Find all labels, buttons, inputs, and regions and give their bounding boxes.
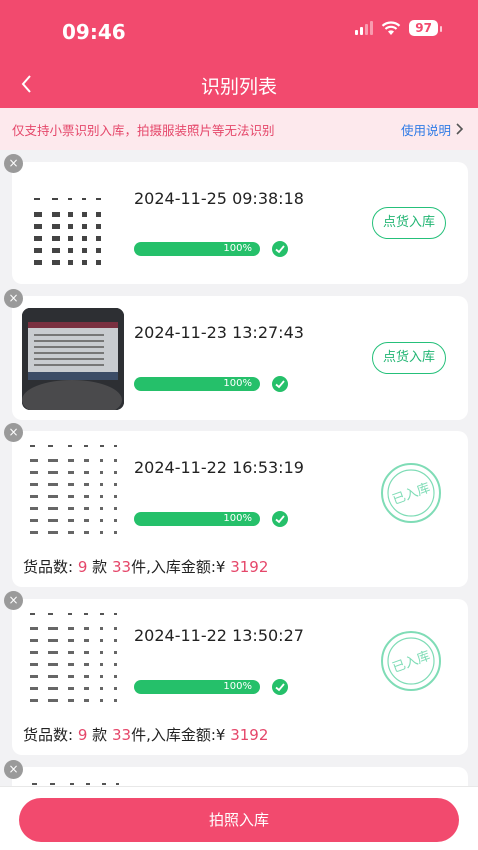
record-card[interactable]: 2024-11-23 13:27:43 100% 点货入库 <box>12 296 468 420</box>
record-time: 2024-11-25 09:38:18 <box>134 189 304 208</box>
status-icons: 97 <box>355 20 442 36</box>
status-time: 09:46 <box>62 20 126 44</box>
usage-guide-label: 使用说明 <box>400 122 451 138</box>
record-time: 2024-11-22 13:50:27 <box>134 626 304 645</box>
piece-count: 33 <box>111 726 132 744</box>
page-title: 识别列表 <box>200 76 277 98</box>
cellular-signal-icon <box>355 21 374 35</box>
delete-record-icon[interactable]: × <box>4 154 23 173</box>
piece-count: 33 <box>111 558 132 576</box>
record-summary: 货品数: 9 款 33件,入库金额:¥ 3192 <box>23 726 269 744</box>
receipt-thumbnail[interactable] <box>22 607 124 709</box>
delete-record-icon[interactable]: × <box>4 591 23 610</box>
stock-in-button[interactable]: 点货入库 <box>372 207 446 239</box>
kind-count: 9 <box>77 558 88 576</box>
record-card[interactable]: 2024-11-22 16:53:19 100% 已入库 货品数: 9 款 33… <box>12 431 468 587</box>
wifi-icon <box>382 20 401 35</box>
receipt-photo-thumbnail[interactable] <box>22 308 124 410</box>
stock-amount: 3192 <box>230 726 269 744</box>
usage-guide-link[interactable]: 使用说明 <box>401 120 464 139</box>
chevron-right-icon <box>456 123 464 135</box>
record-card[interactable]: 2024-11-25 09:38:18 100% 点货入库 <box>12 162 468 284</box>
svg-text:已入库: 已入库 <box>390 648 432 676</box>
delete-record-icon[interactable]: × <box>4 289 23 308</box>
stocked-stamp-icon: 已入库 <box>381 463 441 523</box>
stock-in-button[interactable]: 点货入库 <box>372 342 446 374</box>
receipt-thumbnail[interactable] <box>22 172 124 274</box>
photo-stock-in-button[interactable]: 拍照入库 <box>19 798 459 842</box>
notice-text: 仅支持小票识别入库，拍摄服装照片等无法识别 <box>12 122 275 138</box>
check-icon <box>272 511 288 527</box>
record-summary: 货品数: 9 款 33件,入库金额:¥ 3192 <box>23 558 269 576</box>
delete-record-icon[interactable]: × <box>4 760 23 779</box>
record-time: 2024-11-23 13:27:43 <box>134 323 304 342</box>
check-icon <box>272 241 288 257</box>
check-icon <box>272 376 288 392</box>
kind-count: 9 <box>77 726 88 744</box>
check-icon <box>272 679 288 695</box>
record-card[interactable]: 2024-11-22 13:50:27 100% 已入库 货品数: 9 款 33… <box>12 599 468 755</box>
receipt-thumbnail[interactable] <box>22 439 124 541</box>
app-header: 09:46 97 识别列表 <box>0 0 478 108</box>
svg-text:已入库: 已入库 <box>390 480 432 508</box>
stocked-stamp-icon: 已入库 <box>381 631 441 691</box>
progress-bar: 100% <box>134 377 260 391</box>
battery-indicator: 97 <box>409 20 442 36</box>
stock-amount: 3192 <box>230 558 269 576</box>
progress-bar: 100% <box>134 242 260 256</box>
progress-bar: 100% <box>134 680 260 694</box>
progress-bar: 100% <box>134 512 260 526</box>
notice-bar: 仅支持小票识别入库，拍摄服装照片等无法识别 使用说明 <box>0 108 478 150</box>
record-time: 2024-11-22 16:53:19 <box>134 458 304 477</box>
delete-record-icon[interactable]: × <box>4 423 23 442</box>
